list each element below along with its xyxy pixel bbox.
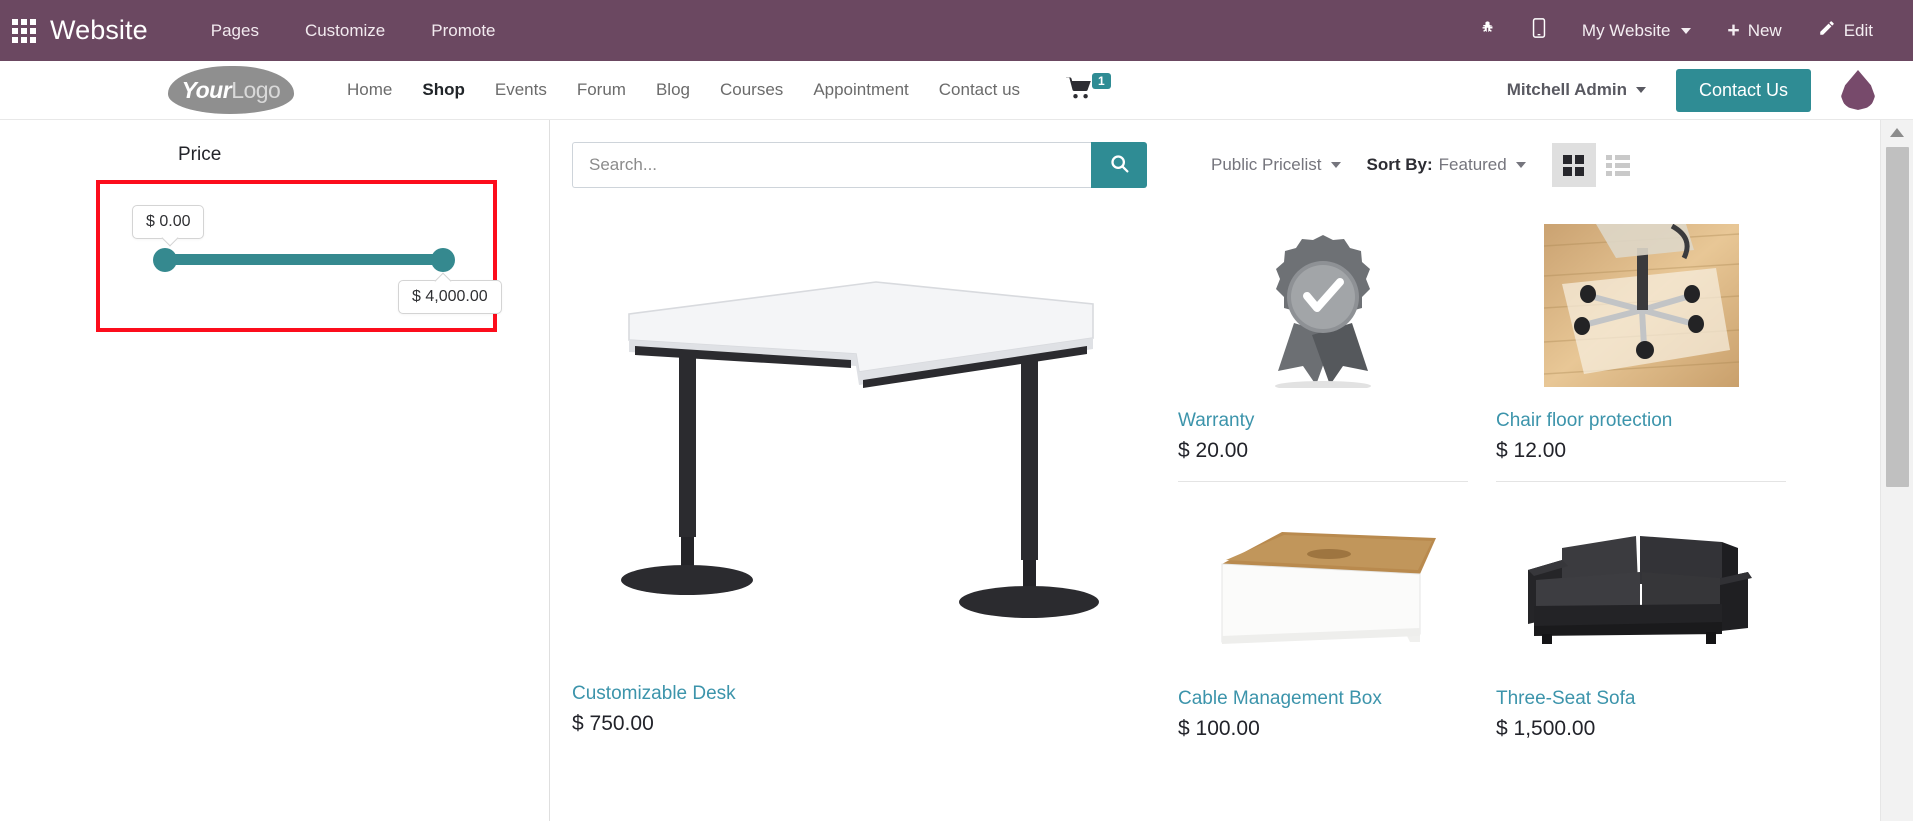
nav-link-home[interactable]: Home [332, 74, 407, 106]
product-price: $ 100.00 [1178, 716, 1260, 740]
backend-navbar-right: My Website + New Edit [1461, 10, 1891, 51]
pencil-icon [1818, 19, 1836, 42]
menu-item-customize[interactable]: Customize [282, 13, 408, 49]
user-name-label: Mitchell Admin [1506, 80, 1627, 99]
product-name[interactable]: Customizable Desk [572, 683, 1150, 706]
product-search-group [572, 142, 1147, 188]
product-name[interactable]: Warranty [1178, 410, 1468, 433]
new-button[interactable]: + New [1709, 12, 1799, 49]
my-website-label: My Website [1581, 20, 1671, 40]
product-card-cable-management-box[interactable]: Cable Management Box $ 100.00 [1178, 492, 1468, 751]
cart-button[interactable]: 1 [1065, 73, 1114, 105]
logo-text-secondary: Logo [231, 76, 281, 103]
site-logo[interactable]: Your Logo [168, 66, 294, 114]
logo-text-primary: Your [181, 76, 232, 103]
mobile-preview-button[interactable] [1514, 10, 1564, 51]
price-min-bubble: $ 0.00 [132, 205, 205, 239]
magnifier-icon [1109, 153, 1130, 177]
search-button[interactable] [1091, 142, 1147, 188]
nav-link-blog[interactable]: Blog [641, 74, 705, 106]
chevron-down-icon [1681, 27, 1692, 34]
menu-item-promote[interactable]: Promote [408, 13, 518, 49]
new-label: New [1747, 20, 1782, 40]
view-mode-toggle [1551, 143, 1640, 187]
chevron-down-icon [1635, 87, 1646, 93]
card-divider [1496, 480, 1786, 482]
nav-link-contact-us[interactable]: Contact us [924, 74, 1035, 106]
nav-link-events[interactable]: Events [480, 74, 562, 106]
shopping-cart-icon [1065, 76, 1095, 105]
scroll-up-arrow[interactable] [1890, 128, 1904, 137]
grid-view-icon [1563, 154, 1585, 176]
product-grid: Customizable Desk $ 750.00 Warranty $ 20… [572, 214, 1873, 751]
nav-link-forum[interactable]: Forum [562, 74, 641, 106]
shop-page-body: Price $ 0.00 $ 4,000.00 Search... Public… [0, 120, 1913, 821]
price-range-slider[interactable]: $ 0.00 $ 4,000.00 [132, 205, 502, 314]
slider-handle-min[interactable] [153, 247, 177, 272]
sort-by-label: Sort By: [1366, 155, 1433, 174]
edit-label: Edit [1843, 20, 1873, 40]
chevron-down-icon [1515, 162, 1526, 168]
avatar[interactable] [1841, 70, 1875, 110]
grid-view-button[interactable] [1551, 143, 1596, 187]
chevron-down-icon [1330, 162, 1341, 168]
sort-by-dropdown[interactable]: Sort By: Featured [1367, 155, 1526, 175]
nav-link-shop[interactable]: Shop [407, 74, 480, 106]
product-image-warranty [1178, 214, 1468, 396]
pricelist-label: Public Pricelist [1211, 155, 1322, 174]
list-view-button[interactable] [1596, 143, 1640, 187]
website-header: Your Logo Home Shop Events Forum Blog Cou… [0, 61, 1913, 120]
shop-content: Public Pricelist Sort By: Featured [550, 120, 1913, 821]
nav-link-appointment[interactable]: Appointment [798, 74, 923, 106]
site-navigation: Home Shop Events Forum Blog Courses Appo… [332, 74, 1035, 106]
search-input[interactable] [572, 142, 1091, 188]
my-website-dropdown[interactable]: My Website [1564, 13, 1710, 49]
mobile-preview-icon [1532, 18, 1546, 43]
price-filter-title: Price [178, 144, 222, 165]
card-divider [1178, 480, 1468, 482]
bug-icon [1479, 20, 1496, 42]
product-image-chair-floor-protection [1496, 214, 1786, 396]
shop-toolbar: Public Pricelist Sort By: Featured [572, 142, 1873, 188]
edit-button[interactable]: Edit [1800, 11, 1891, 50]
shop-sidebar: Price $ 0.00 $ 4,000.00 [0, 120, 550, 821]
list-view-icon [1605, 154, 1630, 176]
price-filter-highlight: $ 0.00 $ 4,000.00 [96, 180, 502, 332]
product-name[interactable]: Cable Management Box [1178, 688, 1468, 711]
product-card-chair-floor-protection[interactable]: Chair floor protection $ 12.00 [1496, 214, 1786, 492]
product-image-three-seat-sofa [1496, 492, 1786, 674]
product-price: $ 750.00 [572, 711, 654, 735]
product-card-customizable-desk[interactable]: Customizable Desk $ 750.00 [572, 214, 1150, 751]
nav-link-courses[interactable]: Courses [705, 74, 798, 106]
product-price: $ 1,500.00 [1496, 716, 1596, 740]
header-right-area: Mitchell Admin Contact Us [1507, 68, 1913, 112]
product-card-three-seat-sofa[interactable]: Three-Seat Sofa $ 1,500.00 [1496, 492, 1786, 751]
slider-track[interactable] [153, 247, 455, 272]
product-card-warranty[interactable]: Warranty $ 20.00 [1178, 214, 1468, 492]
product-image-customizable-desk [572, 214, 1150, 669]
price-max-bubble: $ 4,000.00 [398, 280, 502, 314]
plus-icon: + [1727, 19, 1740, 42]
debug-bug-button[interactable] [1461, 12, 1514, 50]
backend-brand-title[interactable]: Website [50, 15, 148, 46]
product-name[interactable]: Chair floor protection [1496, 410, 1786, 433]
user-menu[interactable]: Mitchell Admin [1507, 80, 1646, 100]
backend-navbar: Website Pages Customize Promote My Websi… [0, 0, 1913, 61]
vertical-scrollbar[interactable] [1880, 120, 1913, 821]
product-price: $ 12.00 [1496, 438, 1567, 462]
scrollbar-thumb[interactable] [1885, 147, 1909, 487]
menu-item-pages[interactable]: Pages [188, 13, 282, 49]
pricelist-dropdown[interactable]: Public Pricelist [1211, 155, 1341, 175]
apps-grid-icon[interactable] [10, 17, 38, 45]
product-price: $ 20.00 [1178, 438, 1249, 462]
cart-count-badge: 1 [1092, 73, 1111, 89]
backend-menu: Pages Customize Promote [188, 13, 519, 49]
product-name[interactable]: Three-Seat Sofa [1496, 688, 1786, 711]
product-image-cable-management-box [1178, 492, 1468, 674]
sort-by-value: Featured [1438, 155, 1507, 174]
slider-handle-max[interactable] [431, 247, 455, 272]
contact-us-button[interactable]: Contact Us [1675, 68, 1811, 112]
